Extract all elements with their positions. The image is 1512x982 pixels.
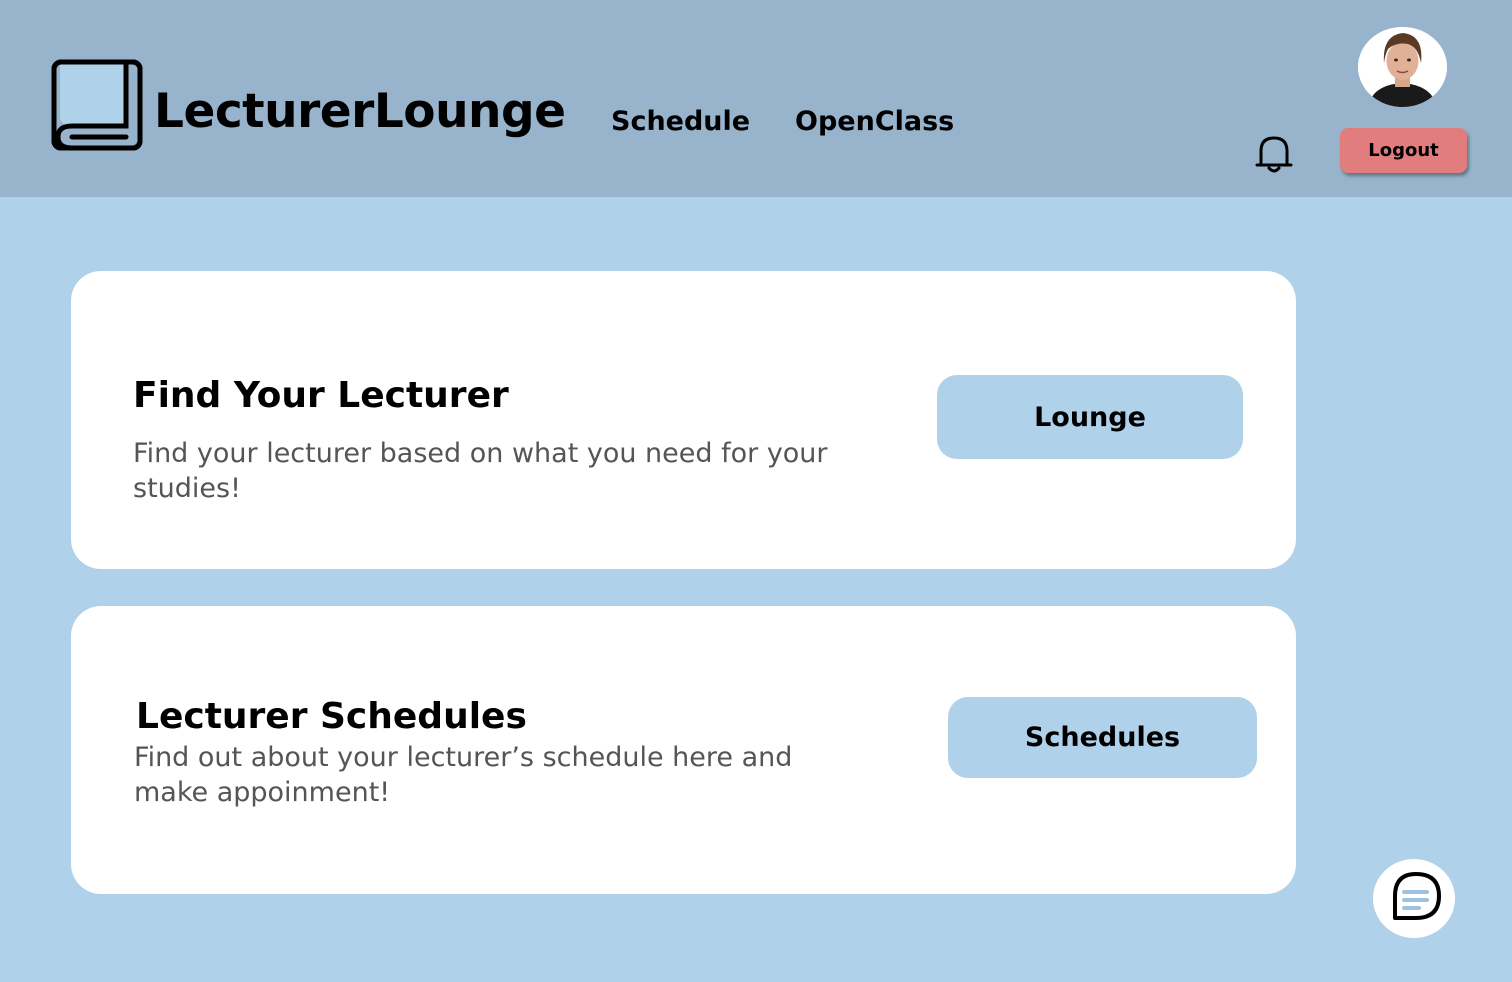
user-avatar[interactable] bbox=[1358, 27, 1447, 107]
card-title: Lecturer Schedules bbox=[136, 696, 527, 737]
bell-icon[interactable] bbox=[1255, 133, 1293, 175]
card-description: Find your lecturer based on what you nee… bbox=[133, 438, 828, 504]
nav-schedule[interactable]: Schedule bbox=[611, 106, 750, 137]
card-title: Find Your Lecturer bbox=[133, 375, 509, 416]
brand-name[interactable]: LecturerLounge bbox=[154, 84, 566, 139]
schedules-button[interactable]: Schedules bbox=[948, 697, 1257, 778]
top-header: LecturerLounge Schedule OpenClass Logout bbox=[0, 0, 1512, 197]
find-lecturer-card: Find Your Lecturer Find your lecturer ba… bbox=[71, 271, 1296, 569]
chat-button[interactable] bbox=[1373, 859, 1455, 938]
lounge-button[interactable]: Lounge bbox=[937, 375, 1243, 459]
book-icon bbox=[50, 58, 144, 152]
lecturer-schedules-card: Lecturer Schedules Find out about your l… bbox=[71, 606, 1296, 894]
card-description: Find out about your lecturer’s schedule … bbox=[134, 742, 793, 808]
nav-openclass[interactable]: OpenClass bbox=[795, 106, 954, 137]
logout-button[interactable]: Logout bbox=[1340, 128, 1467, 173]
chat-bubble-icon bbox=[1393, 872, 1441, 920]
